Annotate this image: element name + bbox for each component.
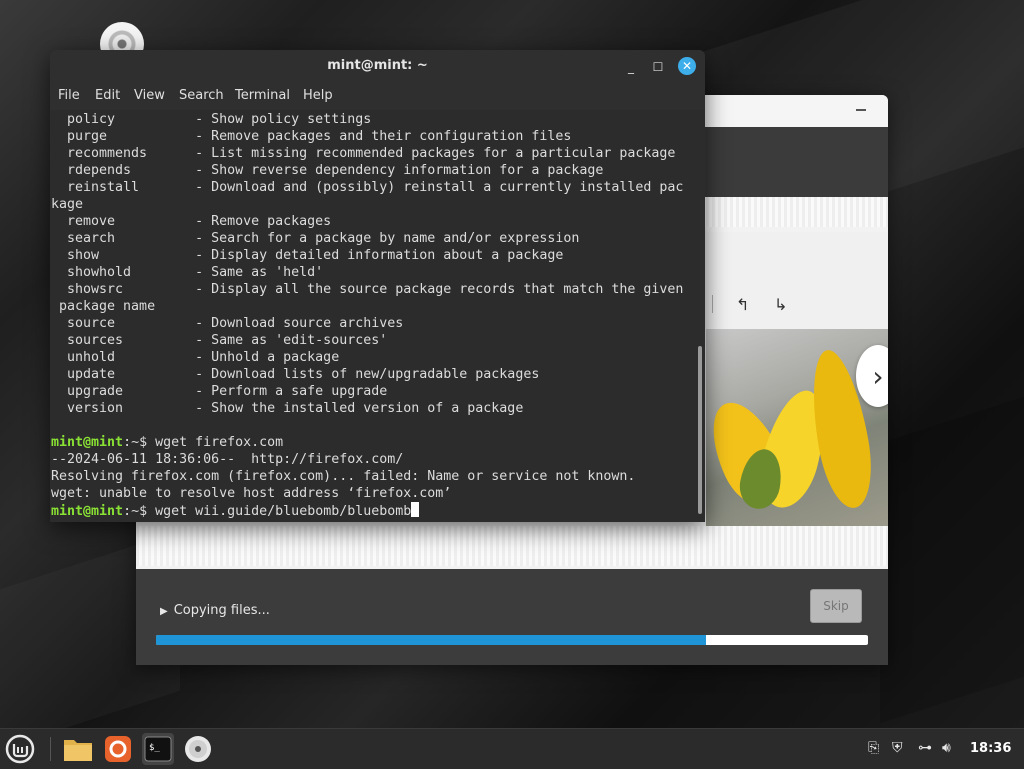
terminal-line: policy - Show policy settings [51, 112, 372, 127]
terminal-line: recommends - List missing recommended pa… [51, 146, 676, 161]
undo-icon[interactable]: ↰ [736, 295, 749, 314]
prompt-suffix: :~$ [123, 504, 156, 519]
terminal-line: update - Download lists of new/upgradabl… [51, 367, 540, 382]
taskbar: $_ ⎘ ⛨ ⊶ 🔊︎ 18:36 [0, 728, 1024, 769]
menu-edit[interactable]: Edit [95, 88, 120, 103]
maximize-icon[interactable]: ☐ [649, 58, 667, 76]
volume-icon[interactable]: 🔊︎ [942, 740, 951, 756]
terminal-titlebar[interactable]: mint@mint: ~ _ ☐ ✕ [50, 50, 705, 82]
text-cursor [411, 502, 420, 517]
terminal-menubar: File Edit View Search Terminal Help [50, 82, 705, 111]
command-line: mint@mint:~$ wget firefox.com [51, 434, 283, 451]
progress-bar [156, 635, 868, 645]
wallpaper-tile [880, 396, 1024, 724]
terminal-line: reinstall - Download and (possibly) rein… [51, 180, 684, 195]
terminal-line: showhold - Same as 'held' [51, 265, 324, 280]
installer-footer: ▶ Copying files... Skip [136, 569, 888, 665]
svg-text:$_: $_ [149, 743, 160, 753]
divider [712, 295, 713, 313]
installer-pattern [136, 526, 888, 566]
terminal-line: unhold - Unhold a package [51, 350, 340, 365]
window-title: mint@mint: ~ [327, 58, 428, 73]
terminal-line: kage [51, 197, 84, 212]
menu-file[interactable]: File [58, 88, 80, 103]
command-output: --2024-06-11 18:36:06-- http://firefox.c… [51, 452, 404, 467]
terminal-line: upgrade - Perform a safe upgrade [51, 384, 388, 399]
terminal-scrollbar[interactable] [695, 110, 705, 522]
menu-search[interactable]: Search [179, 88, 224, 103]
terminal-line: showsrc - Display all the source package… [51, 282, 684, 297]
disc-installer-icon[interactable] [182, 733, 214, 765]
terminal-line: source - Download source archives [51, 316, 404, 331]
terminal-line: purge - Remove packages and their config… [51, 129, 572, 144]
menu-view[interactable]: View [134, 88, 165, 103]
terminal-line: package name [51, 299, 156, 314]
minimize-icon[interactable]: _ [622, 58, 640, 76]
taskbar-separator [50, 737, 51, 761]
skip-button[interactable]: Skip [810, 589, 862, 623]
files-folder-icon[interactable] [62, 733, 94, 765]
redo-icon[interactable]: ↳ [774, 295, 787, 314]
progress-fill [156, 635, 707, 645]
terminal-line: rdepends - Show reverse dependency infor… [51, 163, 604, 178]
command-text: wget firefox.com [155, 435, 284, 450]
firefox-icon[interactable] [102, 733, 134, 765]
network-icon[interactable]: ⊶ [918, 740, 932, 756]
terminal-line: search - Search for a package by name an… [51, 231, 580, 246]
clock[interactable]: 18:36 [970, 741, 1011, 756]
close-icon[interactable]: ✕ [678, 57, 696, 75]
clipboard-icon[interactable]: ⎘ [868, 740, 879, 756]
terminal-output[interactable]: policy - Show policy settings purge - Re… [50, 110, 695, 522]
command-line: mint@mint:~$ wget wii.guide/bluebomb/blu… [51, 502, 420, 520]
terminal-icon[interactable]: $_ [142, 733, 174, 765]
status-label: Copying files... [173, 603, 270, 618]
terminal-window: mint@mint: ~ _ ☐ ✕ File Edit View Search… [50, 50, 705, 522]
command-text: wget wii.guide/bluebomb/bluebomb [155, 504, 412, 519]
terminal-line: show - Display detailed information abou… [51, 248, 564, 263]
terminal-line: remove - Remove packages [51, 214, 332, 229]
minimize-icon[interactable] [856, 109, 866, 111]
command-output: wget: unable to resolve host address ‘fi… [51, 486, 452, 501]
prompt-suffix: :~$ [123, 435, 156, 450]
prompt-user: mint@mint [51, 504, 124, 519]
status-expander[interactable]: ▶ Copying files... [160, 603, 270, 618]
terminal-line: version - Show the installed version of … [51, 401, 524, 416]
scrollbar-thumb[interactable] [698, 346, 702, 514]
terminal-line: sources - Same as 'edit-sources' [51, 333, 388, 348]
command-output: Resolving firefox.com (firefox.com)... f… [51, 469, 636, 484]
menu-terminal[interactable]: Terminal [235, 88, 290, 103]
shield-icon[interactable]: ⛨ [892, 740, 903, 756]
prompt-user: mint@mint [51, 435, 124, 450]
expander-arrow-icon: ▶ [160, 606, 168, 617]
mint-menu-icon[interactable] [4, 733, 36, 765]
menu-help[interactable]: Help [303, 88, 333, 103]
